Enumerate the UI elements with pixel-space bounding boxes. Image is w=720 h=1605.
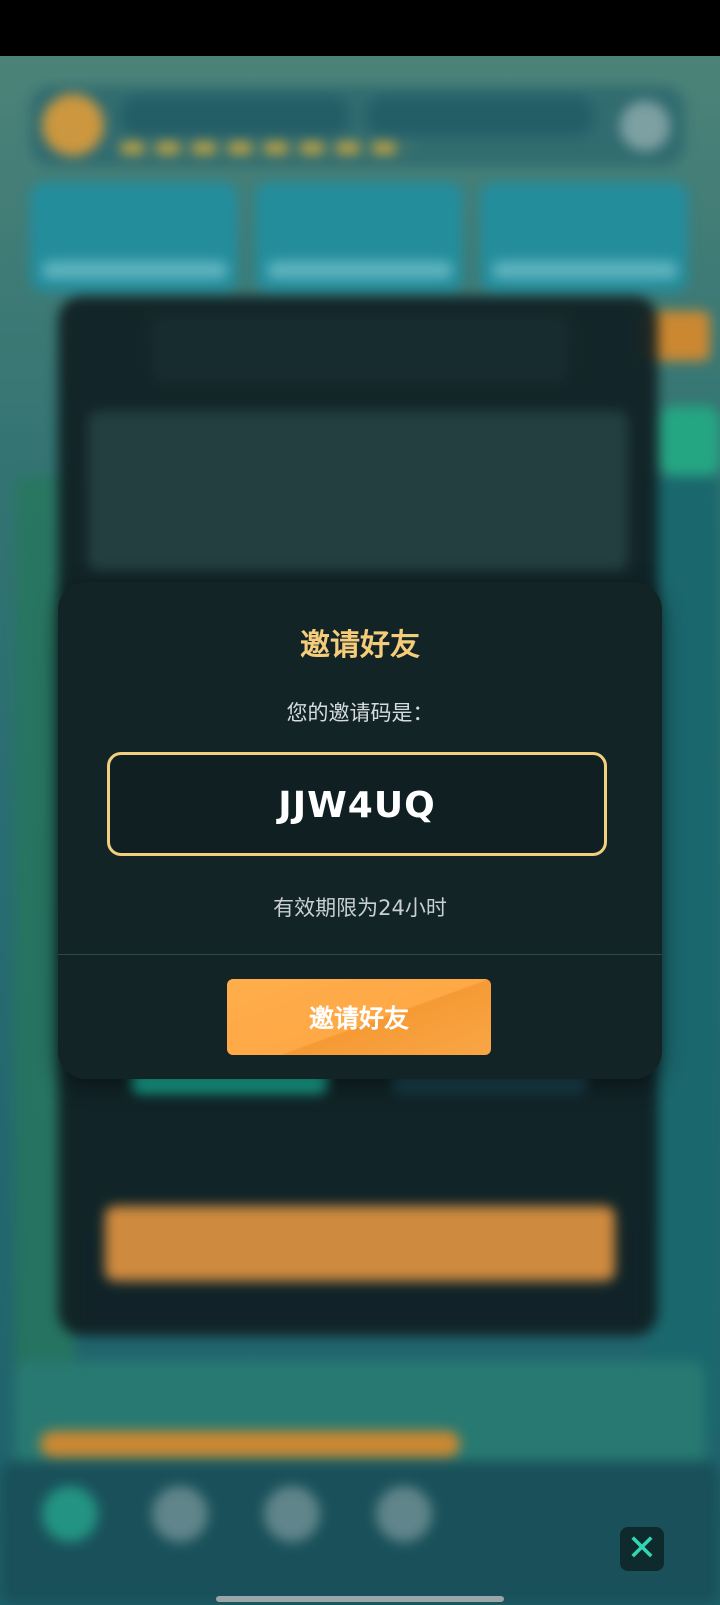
close-icon: ✕ (626, 1528, 658, 1569)
validity-text: 有效期限为24小时 (273, 896, 447, 920)
dialog-title: 邀请好友 (300, 628, 420, 663)
status-bar (0, 0, 720, 56)
close-button[interactable]: ✕ (620, 1527, 664, 1571)
invite-code-box[interactable]: JJW4UQ (107, 752, 607, 856)
invite-friend-button[interactable]: 邀请好友 (227, 979, 491, 1055)
invite-code-label: 您的邀请码是： (286, 701, 434, 725)
invite-code[interactable]: JJW4UQ (110, 785, 604, 826)
home-indicator[interactable] (216, 1596, 504, 1602)
divider (58, 954, 662, 955)
invite-friend-dialog: 邀请好友 您的邀请码是： JJW4UQ 有效期限为24小时 邀请好友 (58, 582, 662, 1079)
